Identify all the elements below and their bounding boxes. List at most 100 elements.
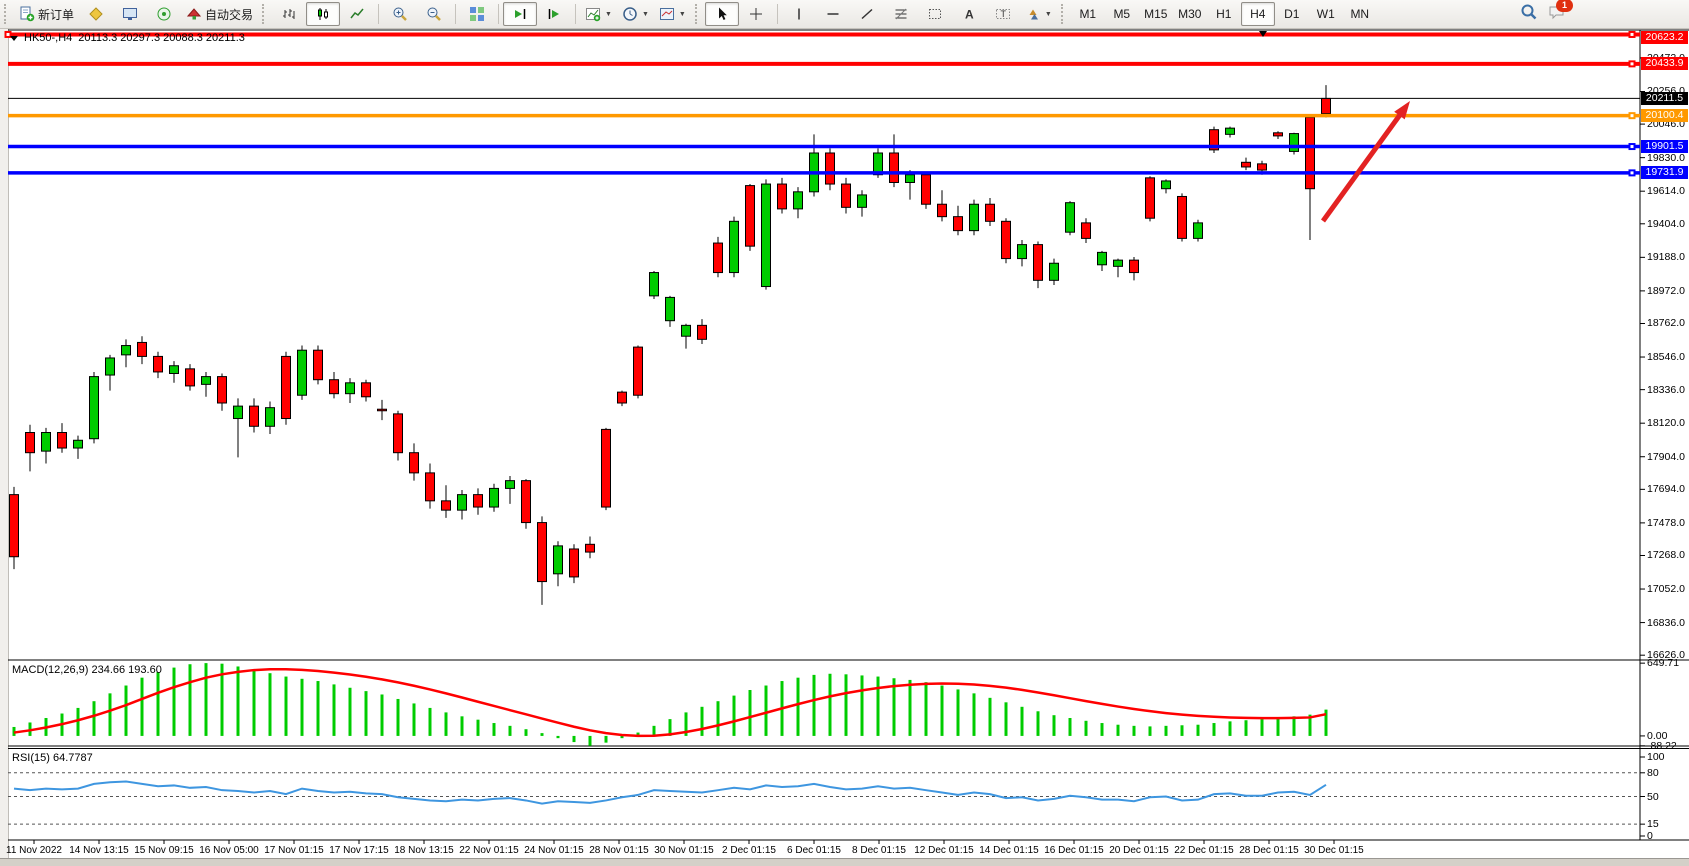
toolbar-separator (498, 4, 499, 24)
trend-arrow[interactable] (1323, 101, 1410, 221)
notification-badge: 1 (1556, 0, 1573, 12)
hline-objects[interactable] (5, 31, 1641, 176)
chart-title-symbol: HK50-,H4 (24, 32, 72, 44)
auto-trading-icon (186, 6, 202, 22)
timeframe-m30-button[interactable]: M30 (1173, 2, 1207, 26)
tile-windows-button[interactable] (460, 2, 494, 26)
chart-title-ohlc: 20113.3 20297.3 20088.3 20211.3 (78, 32, 245, 44)
zoom-out-icon (426, 6, 442, 22)
periods-button[interactable]: ▼ (617, 2, 654, 26)
new-order-button[interactable]: 新订单 (14, 2, 79, 26)
dropdown-caret-icon: ▼ (642, 11, 649, 18)
auto-trading-button[interactable]: 自动交易 (181, 2, 258, 26)
trendline-button[interactable] (850, 2, 884, 26)
crosshair-icon (748, 6, 764, 22)
toolbar-grip (1061, 4, 1067, 24)
timeframe-h4-button-label: H4 (1250, 7, 1265, 21)
toolbar-separator (777, 4, 778, 24)
line-chart-button[interactable] (340, 2, 374, 26)
chart-title: HK50-,H4 20113.3 20297.3 20088.3 20211.3 (10, 32, 245, 44)
new-order-button-label: 新订单 (38, 6, 74, 23)
timeframe-d1-button-label: D1 (1284, 7, 1299, 21)
timeframe-mn-button-label: MN (1350, 7, 1369, 21)
new-order-icon (19, 6, 35, 22)
news-button[interactable] (147, 2, 181, 26)
auto-scroll-icon (512, 6, 528, 22)
auto-trading-button-label: 自动交易 (205, 6, 253, 23)
search-button[interactable] (1520, 3, 1538, 26)
toolbar-separator (575, 4, 576, 24)
fibonacci-button[interactable] (884, 2, 918, 26)
toolbar-grip (262, 4, 268, 24)
label-button[interactable]: T (986, 2, 1020, 26)
price-axis-ticks (34, 58, 1645, 844)
clock-icon (622, 6, 638, 22)
shapes-icon (1025, 6, 1041, 22)
macd-indicator-label: MACD(12,26,9) 234.66 193.60 (12, 664, 162, 676)
bar-chart-icon (281, 6, 297, 22)
candlestick-chart-button[interactable] (306, 2, 340, 26)
chart-canvas[interactable] (0, 29, 1689, 865)
zoom-in-icon (392, 6, 408, 22)
zoom-in-button[interactable] (383, 2, 417, 26)
monitor-icon (122, 6, 138, 22)
timeframe-m15-button-label: M15 (1144, 7, 1167, 21)
channel-icon (927, 6, 943, 22)
template-icon (659, 6, 675, 22)
candles (10, 85, 1331, 605)
channel-button[interactable] (918, 2, 952, 26)
timeframe-h1-button-label: H1 (1216, 7, 1231, 21)
toolbar: 新订单 自动交易 ▼ ▼ ▼ A T ▼ M1 M5 M15 M30 H1 H4 D1 W1 MN 1 (0, 0, 1689, 29)
crosshair-button[interactable] (739, 2, 773, 26)
shapes-button[interactable]: ▼ (1020, 2, 1057, 26)
chart-shift-icon (546, 6, 562, 22)
timeframe-d1-button[interactable]: D1 (1275, 2, 1309, 26)
cursor-button[interactable] (705, 2, 739, 26)
rsi-indicator-label: RSI(15) 64.7787 (12, 752, 93, 764)
chart-frame (8, 30, 1689, 840)
timeframe-w1-button-label: W1 (1317, 7, 1335, 21)
timeframe-mn-button[interactable]: MN (1343, 2, 1377, 26)
toolbar-right: 1 (1520, 0, 1566, 28)
zoom-out-button[interactable] (417, 2, 451, 26)
timeframe-m1-button[interactable]: M1 (1071, 2, 1105, 26)
templates-button[interactable]: ▼ (654, 2, 691, 26)
line-chart-icon (349, 6, 365, 22)
chart-window[interactable]: 20472.020256.020046.019830.019614.019404… (0, 29, 1689, 865)
timeframe-h4-button[interactable]: H4 (1241, 2, 1275, 26)
timeframe-m5-button-label: M5 (1113, 7, 1130, 21)
toolbar-separator (455, 4, 456, 24)
auto-scroll-button[interactable] (503, 2, 537, 26)
chart-window-button[interactable] (79, 2, 113, 26)
text-button[interactable]: A (952, 2, 986, 26)
sonar-icon (156, 6, 172, 22)
chart-shift-button[interactable] (537, 2, 571, 26)
indicators-button[interactable]: ▼ (580, 2, 617, 26)
chat-button[interactable]: 1 (1548, 3, 1566, 26)
timeframe-m15-button[interactable]: M15 (1139, 2, 1173, 26)
candlestick-icon (315, 6, 331, 22)
dropdown-caret-icon: ▼ (679, 11, 686, 18)
timeframe-m5-button[interactable]: M5 (1105, 2, 1139, 26)
svg-text:A: A (965, 8, 974, 22)
bar-chart-button[interactable] (272, 2, 306, 26)
dropdown-caret-icon: ▼ (605, 11, 612, 18)
toolbar-grip (695, 4, 701, 24)
label-icon: T (995, 6, 1011, 22)
text-icon: A (961, 6, 977, 22)
timeframe-h1-button[interactable]: H1 (1207, 2, 1241, 26)
timeframe-m30-button-label: M30 (1178, 7, 1201, 21)
svg-text:T: T (1000, 9, 1006, 19)
search-icon (1520, 3, 1538, 21)
gem-icon (88, 6, 104, 22)
horizontal-line-button[interactable] (816, 2, 850, 26)
timeframe-m1-button-label: M1 (1079, 7, 1096, 21)
symbol-dropdown-icon (10, 36, 18, 41)
market-watch-button[interactable] (113, 2, 147, 26)
timeframe-w1-button[interactable]: W1 (1309, 2, 1343, 26)
tile-windows-icon (469, 6, 485, 22)
vertical-line-button[interactable] (782, 2, 816, 26)
horizontal-line-icon (825, 6, 841, 22)
fibonacci-icon (893, 6, 909, 22)
indicators-icon (585, 6, 601, 22)
